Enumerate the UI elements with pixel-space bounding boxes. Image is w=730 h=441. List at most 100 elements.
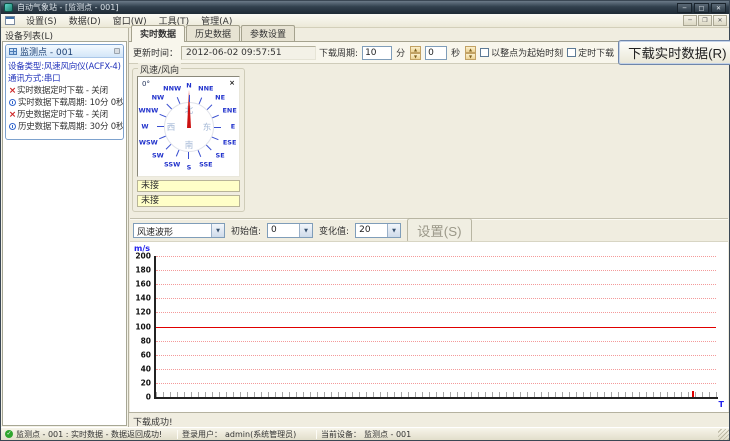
download-realtime-button[interactable]: 下载实时数据(R) <box>618 40 730 65</box>
download-period-label: 下载周期: <box>319 49 359 59</box>
tab[interactable]: 参数设置 <box>241 25 296 41</box>
wind-speed-chart: m/s T 0 20 40 60 80 100 120 140 160 180 200 <box>130 241 728 412</box>
download-settings: 下载周期: 分 ▲▼ 秒 ▲▼ 以整点为起始时刻 定时下载 下载实时 <box>319 40 730 65</box>
mdi-document-icon <box>5 16 15 25</box>
current-device-segment: 当前设备： 监测点 - 001 <box>317 429 447 440</box>
timed-download-checkbox-group[interactable]: 定时下载 <box>567 46 614 59</box>
start-on-hour-checkbox[interactable] <box>480 48 490 57</box>
menu-item[interactable]: 数据(D) <box>63 13 107 28</box>
compass-tick <box>198 97 203 105</box>
statusbar-message: 监测点 - 001 : 实时数据 - 数据返回成功! <box>16 429 163 439</box>
change-value-select[interactable]: 20 ▼ <box>355 223 402 238</box>
mdi-close-button[interactable]: ✕ <box>713 15 727 26</box>
initial-value-select[interactable]: 0 ▼ <box>267 223 314 238</box>
compass-east-char: 东 <box>202 123 212 133</box>
spin-down-icon[interactable]: ▼ <box>410 52 422 60</box>
close-button[interactable]: ✕ <box>711 2 726 13</box>
timed-download-checkbox[interactable] <box>567 48 577 57</box>
compass-point-WSW: WSW <box>138 138 158 147</box>
tab[interactable]: 实时数据 <box>131 25 186 42</box>
spin-up-icon[interactable]: ▲ <box>465 45 477 53</box>
pin-icon[interactable] <box>114 48 120 54</box>
device-info-text: 实时数据定时下载 - 关闭 <box>17 86 108 96</box>
change-value-label: 变化值: <box>319 227 350 237</box>
gridline-80 <box>156 340 716 342</box>
content-area: 实时数据 历史数据 参数设置 更新时间： 2012-06-02 09:57:51 下… <box>129 25 730 428</box>
cross-icon: × <box>8 86 17 96</box>
main-area: 设备列表(L) 监测点 - 001 设备类型:风速风向仪(ACFX-4) 通讯方式… <box>1 25 730 428</box>
y-tick-label: 160 <box>135 279 151 289</box>
device-node[interactable]: 监测点 - 001 设备类型:风速风向仪(ACFX-4) 通讯方式:串口 × 实时数据… <box>5 44 124 140</box>
y-tick-label: 0 <box>145 392 151 402</box>
compass-corner-marker: × <box>229 79 235 87</box>
device-info-text: 通讯方式:串口 <box>8 74 61 84</box>
start-on-hour-checkbox-group[interactable]: 以整点为起始时刻 <box>480 46 563 59</box>
compass-tick <box>165 143 172 150</box>
minimize-button[interactable]: ─ <box>677 2 692 13</box>
resize-grip[interactable] <box>718 429 729 440</box>
gridline-140 <box>156 298 716 300</box>
start-on-hour-label: 以整点为起始时刻 <box>491 49 564 59</box>
upper-panel: 风速/风向 0° × 北 南 西 东 NNNENEENEEESESESSESSS… <box>129 63 729 216</box>
status-bar: ✓ 监测点 - 001 : 实时数据 - 数据返回成功! 登录用户： admin(… <box>1 427 729 440</box>
maximize-button[interactable]: □ <box>694 2 709 13</box>
window-title: 自动气象站 - [监测点 - 001] <box>17 3 119 12</box>
waveform-select[interactable]: 风速波形 ▼ <box>133 223 225 238</box>
compass-point-NNW: NNW <box>163 84 182 93</box>
seconds-input[interactable] <box>425 45 448 60</box>
login-user-value: admin(系统管理员) <box>225 429 297 439</box>
gridline-120 <box>156 312 716 314</box>
clock-icon <box>9 99 16 106</box>
settings-button[interactable]: 设置(S) <box>407 218 472 243</box>
y-tick-label: 120 <box>135 307 151 317</box>
device-info-row: 历史数据下载周期: 30分 0秒 <box>8 121 123 133</box>
compass-point-ESE: ESE <box>222 138 237 147</box>
y-tick-label: 80 <box>140 336 151 346</box>
compass-point-SSW: SSW <box>164 160 181 169</box>
y-tick-label: 60 <box>140 350 151 360</box>
compass-tick <box>157 126 164 127</box>
timed-download-label: 定时下载 <box>578 49 615 59</box>
compass-tick <box>188 152 189 159</box>
compass-point-SW: SW <box>151 151 164 160</box>
device-info-row: 实时数据下载周期: 10分 0秒 <box>8 97 124 109</box>
minutes-spinner[interactable]: ▲ ▼ <box>410 45 422 60</box>
compass-tick <box>214 127 221 128</box>
device-info-text: 实时数据下载周期: 10分 0秒 <box>18 98 124 108</box>
download-status-strip: 下载成功! <box>129 412 729 428</box>
app-icon <box>4 3 13 12</box>
device-info-row: × 实时数据定时下载 - 关闭 <box>8 85 121 97</box>
compass-point-S: S <box>186 163 192 172</box>
cross-icon: × <box>8 110 17 120</box>
compass-tick <box>189 95 190 102</box>
toolbar: 更新时间： 2012-06-02 09:57:51 下载周期: 分 ▲▼ 秒 ▲… <box>129 40 730 65</box>
device-name: 监测点 - 001 <box>20 47 74 58</box>
seconds-spinner[interactable]: ▲ ▼ <box>465 45 477 60</box>
chevron-down-icon[interactable]: ▼ <box>387 224 401 237</box>
seconds-unit-label: 秒 <box>451 49 461 59</box>
wind-compass: 0° × 北 南 西 东 NNNENEENEEESESESSESSSWSWWSW… <box>137 76 240 177</box>
wind-direction-field: 未接 <box>137 195 240 207</box>
chevron-down-icon[interactable]: ▼ <box>211 224 224 237</box>
wind-degree-label: 0° <box>142 80 150 88</box>
minutes-input[interactable] <box>362 45 393 60</box>
y-tick-label: 140 <box>135 293 151 303</box>
mdi-minimize-button[interactable]: ─ <box>683 15 697 26</box>
spin-down-icon[interactable]: ▼ <box>465 52 477 60</box>
mdi-restore-button[interactable]: ❐ <box>698 15 712 26</box>
spin-up-icon[interactable]: ▲ <box>410 45 422 53</box>
compass-point-E: E <box>230 122 236 131</box>
change-value: 20 <box>359 225 371 235</box>
tab[interactable]: 历史数据 <box>186 25 241 41</box>
y-tick-label: 100 <box>135 322 151 331</box>
chevron-down-icon[interactable]: ▼ <box>299 224 313 237</box>
y-tick-label: 40 <box>140 364 151 374</box>
device-node-header[interactable]: 监测点 - 001 <box>6 45 123 58</box>
compass-tick <box>159 113 167 118</box>
menu-item[interactable]: 设置(S) <box>20 13 63 28</box>
login-user-segment: 登录用户： admin(系统管理员) <box>178 429 316 440</box>
compass-tick <box>197 150 202 157</box>
compass-point-NE: NE <box>215 93 226 102</box>
gridline-100 <box>156 326 716 328</box>
menu-bar: 设置(S) 数据(D) 窗口(W) 工具(T) 管理(A) ─ ❐ ✕ <box>1 14 729 28</box>
